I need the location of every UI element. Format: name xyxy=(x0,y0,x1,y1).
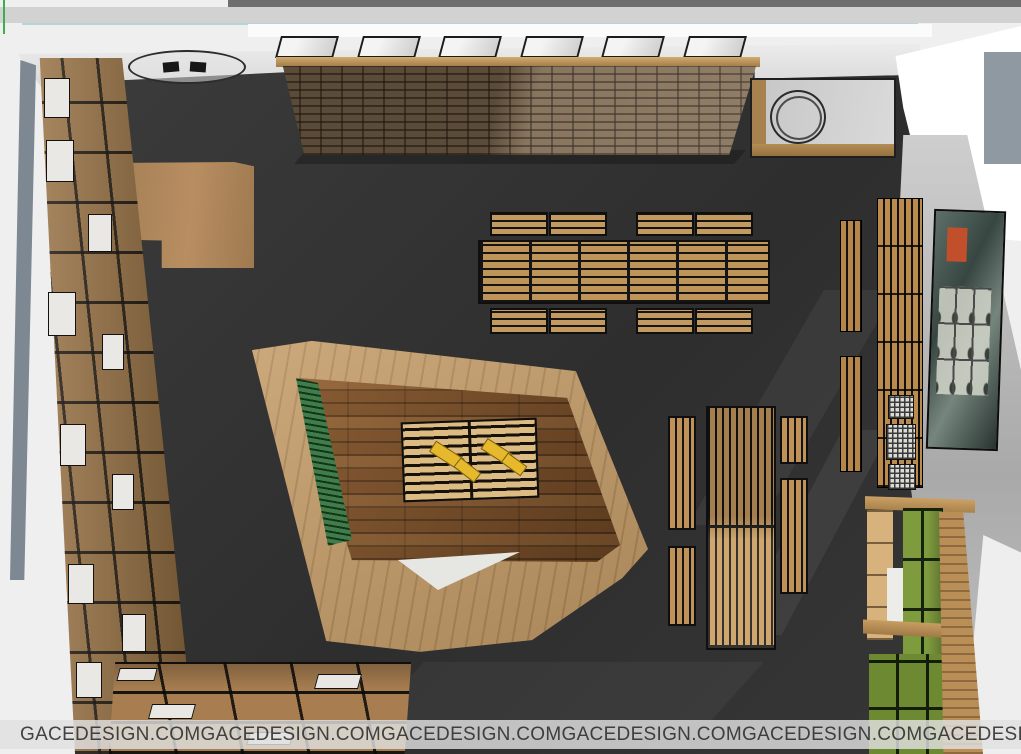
locker-wood-side xyxy=(939,512,983,754)
bench xyxy=(780,478,808,594)
wooden-lattice-screen xyxy=(278,66,758,155)
white-shelf-box xyxy=(60,424,86,466)
wall-poster xyxy=(926,209,1006,451)
slat-screen xyxy=(840,356,862,472)
white-shelf-box xyxy=(102,334,124,370)
white-shelf-box xyxy=(48,292,76,336)
poster-image-grid xyxy=(936,286,992,396)
counter-box xyxy=(750,78,896,158)
slat-screen xyxy=(840,220,862,332)
clerestory-window xyxy=(520,36,584,58)
yellow-book xyxy=(453,457,481,482)
bench xyxy=(695,308,753,334)
watermark-text: GACEDESIGN.COM xyxy=(20,724,201,746)
poster-orange-seal xyxy=(946,227,967,262)
white-shelf-box xyxy=(76,662,102,698)
clerestory-window xyxy=(601,36,665,58)
watermark-text: GACEDESIGN.COM xyxy=(923,724,1021,746)
bench xyxy=(490,308,548,334)
counter-wood-rail xyxy=(752,144,894,156)
white-shelf-box xyxy=(44,78,70,118)
white-shelf-box xyxy=(112,474,134,510)
bench xyxy=(636,212,694,236)
clerestory-window xyxy=(438,36,502,58)
round-basin-inner xyxy=(776,96,822,140)
lattice-screen-top-rail xyxy=(276,57,760,67)
clerestory-window xyxy=(357,36,421,58)
interior-render-canvas: GACEDESIGN.COM GACEDESIGN.COM GACEDESIGN… xyxy=(0,0,1021,754)
mesh-basket xyxy=(888,464,916,490)
communal-table-horizontal xyxy=(478,240,770,304)
top-dark-band xyxy=(228,0,1021,7)
chair xyxy=(190,61,207,72)
low-slatted-table xyxy=(401,418,540,503)
yellow-book xyxy=(501,453,527,477)
watermark-bar: GACEDESIGN.COM GACEDESIGN.COM GACEDESIGN… xyxy=(0,720,1021,749)
white-shelf-box xyxy=(46,140,74,182)
watermark-text: GACEDESIGN.COM xyxy=(742,724,923,746)
bench xyxy=(780,416,808,464)
watermark-text: GACEDESIGN.COM xyxy=(201,724,382,746)
white-shelf-box xyxy=(122,614,146,652)
corner-wall-blue xyxy=(984,52,1021,164)
bench xyxy=(668,546,696,626)
bench xyxy=(490,212,548,236)
white-shelf-box xyxy=(88,214,112,252)
white-rack-item xyxy=(148,704,196,719)
watermark-text: GACEDESIGN.COM xyxy=(381,724,562,746)
white-rack-item xyxy=(314,674,362,689)
bench xyxy=(695,212,753,236)
green-locker-cabinet xyxy=(853,492,983,754)
bench xyxy=(636,308,694,334)
table-divider xyxy=(468,422,474,498)
bench xyxy=(668,416,696,530)
watermark-text: GACEDESIGN.COM xyxy=(562,724,743,746)
white-rack-item xyxy=(116,668,157,681)
ceiling-oval xyxy=(128,50,246,84)
clerestory-window xyxy=(683,36,747,58)
top-light-strip xyxy=(0,7,1021,23)
bench xyxy=(549,308,607,334)
skylight-band xyxy=(248,24,932,37)
white-shelf-box xyxy=(68,564,94,604)
chair xyxy=(163,61,180,72)
left-wall-top-edge xyxy=(10,60,36,580)
mesh-basket xyxy=(888,395,914,419)
mesh-basket xyxy=(886,424,916,460)
communal-table-vertical xyxy=(706,406,776,650)
bench xyxy=(549,212,607,236)
green-axis-line xyxy=(3,0,5,34)
clerestory-window xyxy=(275,36,339,58)
